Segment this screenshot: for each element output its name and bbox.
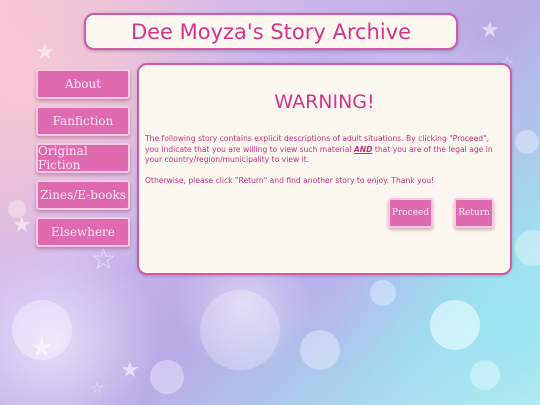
warning-emphasis: AND xyxy=(353,144,373,154)
site-header: Dee Moyza's Story Archive xyxy=(84,13,458,50)
nav-original-fiction-button[interactable]: Original Fiction xyxy=(36,143,130,173)
site-title: Dee Moyza's Story Archive xyxy=(130,19,412,44)
sidebar-nav: About Fanfiction Original Fiction Zines/… xyxy=(36,69,130,254)
proceed-button[interactable]: Proceed xyxy=(388,198,433,228)
nav-fanfiction-button[interactable]: Fanfiction xyxy=(36,106,130,136)
warning-paragraph-1: The following story contains explicit de… xyxy=(145,134,502,166)
warning-paragraph-2: Otherwise, please click "Return" and fin… xyxy=(145,175,435,185)
warning-panel: WARNING! The following story contains ex… xyxy=(137,63,512,275)
nav-about-button[interactable]: About xyxy=(36,69,130,99)
nav-zines-ebooks-button[interactable]: Zines/E-books xyxy=(36,180,130,210)
warning-text: The following story contains explicit de… xyxy=(145,134,502,196)
return-button[interactable]: Return xyxy=(454,198,494,228)
warning-title: WARNING! xyxy=(274,91,375,113)
nav-elsewhere-button[interactable]: Elsewhere xyxy=(36,217,130,247)
